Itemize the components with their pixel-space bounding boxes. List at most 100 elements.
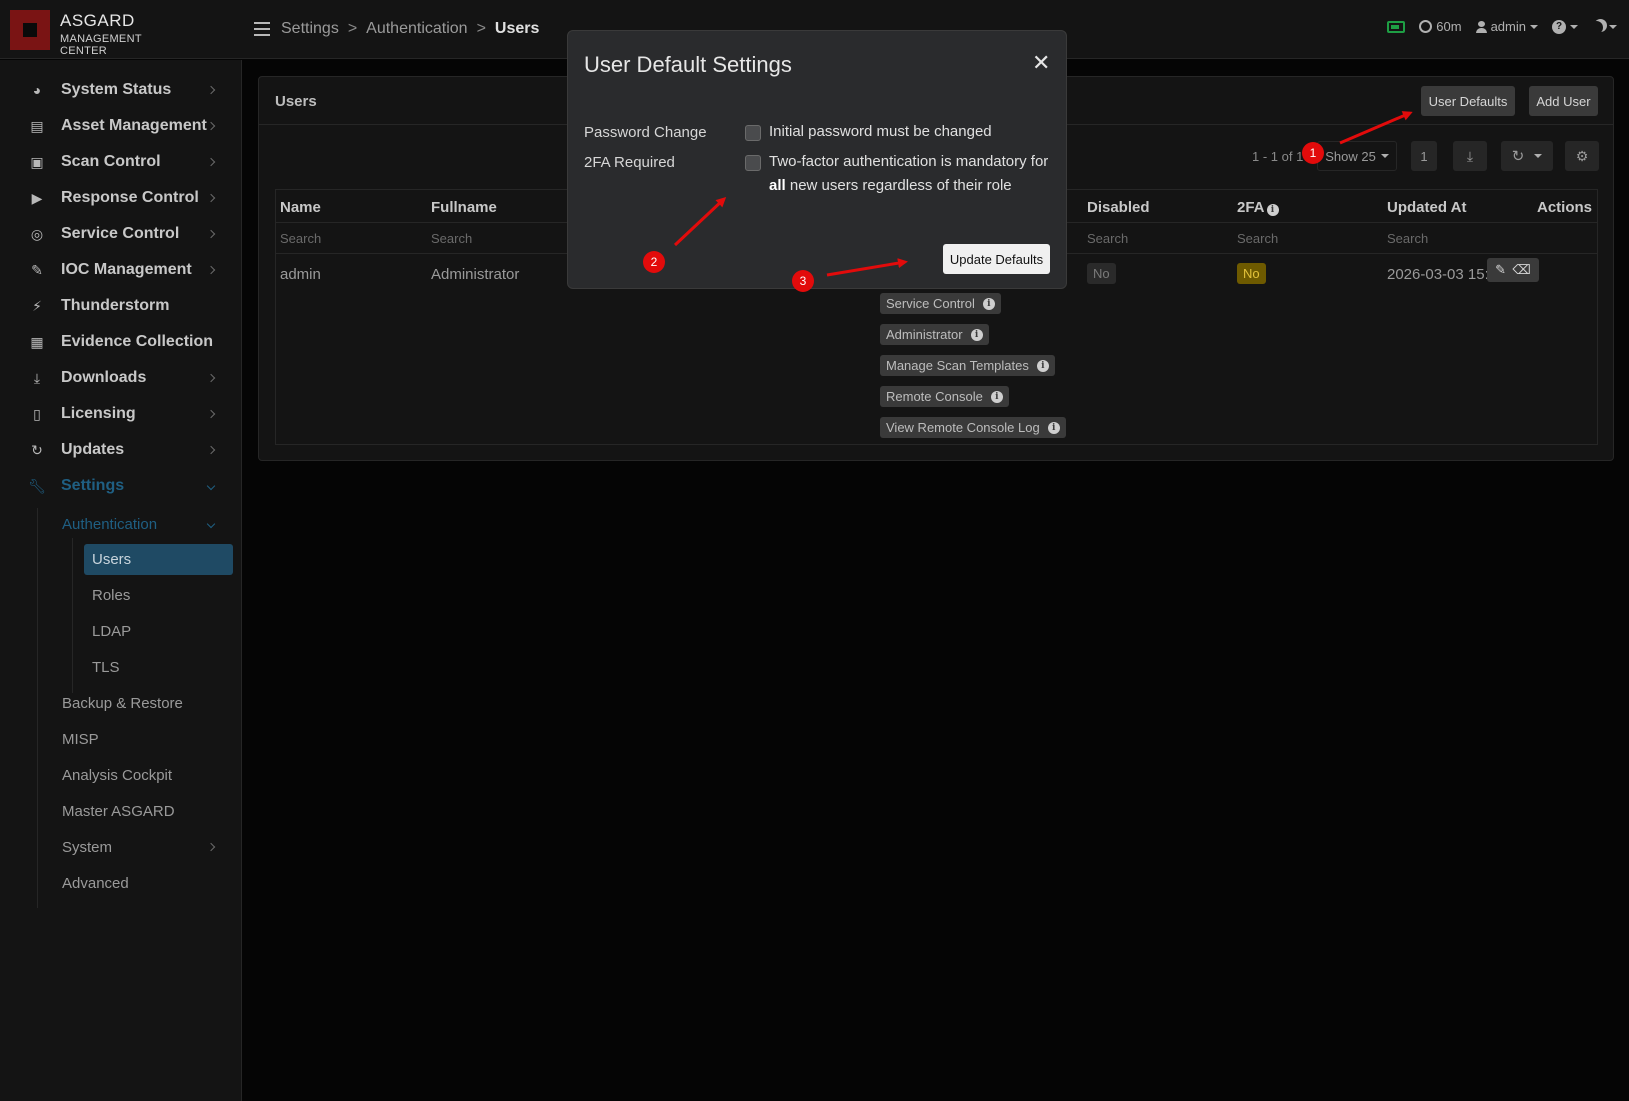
info-icon[interactable]: i (1036, 359, 1049, 372)
sidebar-item-updates[interactable]: ↻ Updates (0, 432, 242, 468)
sidebar-item-service-control[interactable]: ◎ Service Control (0, 216, 242, 252)
disabled-badge: No (1087, 263, 1116, 284)
annotation-marker-2: 2 (643, 251, 665, 273)
annotation-marker-1: 1 (1302, 142, 1324, 164)
page-number-button[interactable]: 1 (1411, 141, 1437, 171)
column-settings-button[interactable]: ⚙︎ (1565, 141, 1599, 171)
sidebar-item-asset-management[interactable]: ▤ Asset Management (0, 108, 242, 144)
sidebar-subitem-label: Advanced (62, 874, 129, 892)
chevron-right-icon (206, 121, 216, 131)
hamburger-menu-icon[interactable] (254, 22, 270, 36)
role-badge: Manage Scan Templates i (880, 355, 1055, 376)
sidebar-item-settings[interactable]: 🔧︎ Settings (0, 468, 242, 504)
2fa-mandatory-checkbox[interactable] (745, 155, 761, 171)
sidebar-subitem-analysis-cockpit[interactable]: Analysis Cockpit (62, 760, 172, 790)
twofa-badge: No (1237, 263, 1266, 284)
search-input-fullname[interactable]: Search (431, 231, 472, 246)
column-header-disabled[interactable]: Disabled (1087, 199, 1150, 216)
search-input-name[interactable]: Search (280, 231, 321, 246)
user-name: admin (1490, 19, 1526, 34)
sidebar-item-thunderstorm[interactable]: ⚡︎ Thunderstorm (0, 288, 242, 324)
sidebar-item-evidence-collection[interactable]: ▦ Evidence Collection (0, 324, 242, 360)
info-icon[interactable]: i (990, 390, 1003, 403)
sidebar-item-response-control[interactable]: ▶ Response Control (0, 180, 242, 216)
sidebar-item-label: Response Control (61, 189, 199, 206)
sidebar-item-licensing[interactable]: ▯ Licensing (0, 396, 242, 432)
timeout-value: 60m (1436, 19, 1462, 34)
search-input-2fa[interactable]: Search (1237, 231, 1278, 246)
session-timeout[interactable]: 60m (1419, 19, 1462, 34)
breadcrumb-settings[interactable]: Settings (281, 20, 339, 37)
info-icon[interactable]: i (982, 297, 995, 310)
column-header-name[interactable]: Name (280, 199, 321, 216)
download-icon: ⤓ (1466, 147, 1474, 164)
edit-icon[interactable]: ✎ (1495, 262, 1506, 278)
sidebar: ◕ System Status ▤ Asset Management ▣ Sca… (0, 60, 242, 1101)
sidebar-subitem-system[interactable]: System (62, 832, 216, 862)
sidebar-item-label: Asset Management (61, 117, 207, 134)
sidebar-subitem-misp[interactable]: MISP (62, 724, 99, 754)
chevron-down-icon (206, 481, 216, 491)
update-defaults-button[interactable]: Update Defaults (943, 244, 1050, 274)
refresh-button[interactable]: ↻ (1501, 141, 1553, 171)
theme-menu[interactable] (1592, 20, 1617, 33)
search-input-updated-at[interactable]: Search (1387, 231, 1428, 246)
sidebar-subitem-authentication[interactable]: Authentication (62, 509, 216, 539)
sidebar-item-system-status[interactable]: ◕ System Status (0, 72, 242, 108)
sidebar-subitem-roles[interactable]: Roles (84, 580, 233, 611)
service-status-indicator[interactable] (1387, 20, 1406, 33)
info-icon[interactable]: i (1266, 204, 1279, 216)
logo-subtitle: MANAGEMENT CENTER (60, 33, 142, 57)
chevron-down-icon (206, 519, 216, 529)
trash-icon[interactable]: ⌫ (1512, 262, 1530, 278)
column-header-2fa[interactable]: 2FA i (1237, 199, 1279, 216)
sidebar-subitem-ldap[interactable]: LDAP (84, 616, 233, 647)
column-header-fullname[interactable]: Fullname (431, 199, 497, 216)
user-menu[interactable]: admin (1475, 19, 1538, 34)
sidebar-item-label: Evidence Collection (61, 333, 214, 350)
row-actions: ✎ ⌫ (1487, 258, 1539, 282)
subtree-divider (37, 508, 38, 908)
chevron-right-icon (206, 842, 216, 852)
2fa-text-rest: new users regardless of their role (785, 177, 1012, 194)
asgard-logo[interactable]: ASGARD MANAGEMENT CENTER (10, 10, 150, 57)
sidebar-item-downloads[interactable]: ⤓ Downloads (0, 360, 242, 396)
sidebar-item-label: System Status (61, 81, 172, 98)
breadcrumb: Settings > Authentication > Users (281, 20, 539, 38)
search-input-disabled[interactable]: Search (1087, 231, 1128, 246)
breadcrumb-authentication[interactable]: Authentication (366, 20, 467, 37)
close-icon[interactable]: ✕ (1032, 52, 1050, 74)
sidebar-subitem-tls[interactable]: TLS (84, 652, 233, 683)
caret-down-icon (1534, 154, 1543, 158)
column-header-updated-at[interactable]: Updated At (1387, 199, 1466, 216)
subtree-divider (72, 538, 73, 693)
breadcrumb-separator: > (476, 20, 486, 37)
info-icon[interactable]: i (970, 328, 983, 341)
info-icon[interactable]: i (1047, 421, 1060, 434)
sidebar-subitem-label: Backup & Restore (62, 694, 183, 712)
sidebar-subitem-master-asgard[interactable]: Master ASGARD (62, 796, 175, 826)
help-menu[interactable]: ? (1552, 19, 1578, 34)
sidebar-subitem-backup-restore[interactable]: Backup & Restore (62, 688, 183, 718)
initial-password-checkbox[interactable] (745, 125, 761, 141)
role-badge: Remote Console i (880, 386, 1009, 407)
chevron-right-icon (206, 445, 216, 455)
download-button[interactable]: ⤓ (1453, 141, 1487, 171)
role-badge: Administrator i (880, 324, 989, 345)
sidebar-item-scan-control[interactable]: ▣ Scan Control (0, 144, 242, 180)
sidebar-subitem-label: MISP (62, 730, 99, 748)
sidebar-subitem-users[interactable]: Users (84, 544, 233, 575)
page-size-label: Show 25 (1325, 148, 1376, 164)
help-icon: ? (1552, 19, 1566, 34)
server-icon: ▤ (30, 117, 44, 134)
modal-title: User Default Settings (584, 52, 792, 77)
sidebar-subitem-advanced[interactable]: Advanced (62, 868, 129, 898)
sidebar-item-ioc-management[interactable]: ✎ IOC Management (0, 252, 242, 288)
sidebar-item-label: Service Control (61, 225, 180, 242)
moon-icon (1590, 21, 1603, 34)
user-defaults-button[interactable]: User Defaults (1421, 86, 1515, 116)
role-label: Remote Console (886, 389, 983, 404)
caret-down-icon (1530, 24, 1538, 29)
add-user-button[interactable]: Add User (1529, 86, 1598, 116)
page-size-select[interactable]: Show 25 (1317, 141, 1397, 171)
